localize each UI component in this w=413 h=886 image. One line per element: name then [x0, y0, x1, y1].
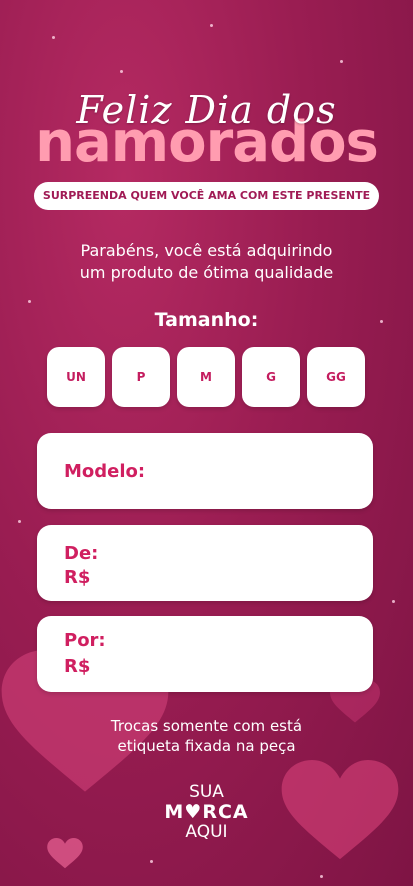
size-option-gg[interactable]: GG: [307, 347, 365, 407]
sparkle: [340, 60, 343, 63]
sparkle: [18, 520, 21, 523]
from-currency: R$: [64, 567, 91, 588]
size-option-m[interactable]: M: [177, 347, 235, 407]
script-title: Feliz Dia dos: [76, 88, 337, 132]
size-label: Tamanho:: [154, 309, 259, 331]
sparkle: [210, 24, 213, 27]
sparkle: [120, 70, 123, 73]
exchange-note: Trocas somente com está etiqueta fixada …: [20, 716, 393, 756]
brand-line: M♥RCA: [164, 801, 249, 823]
model-label: Modelo:: [64, 461, 146, 482]
note-line: etiqueta fixada na peça: [117, 737, 296, 755]
model-field[interactable]: Modelo:: [37, 433, 373, 509]
heart-icon: [47, 838, 83, 869]
intro-line: Parabéns, você está adquirindo: [80, 241, 333, 260]
sparkle: [392, 600, 395, 603]
size-option-p[interactable]: P: [112, 347, 170, 407]
sparkle: [52, 36, 55, 39]
size-options: UN P M G GG: [47, 347, 365, 407]
sparkle: [150, 860, 153, 863]
brand-line: SUA: [189, 782, 224, 802]
sparkle: [28, 300, 31, 303]
brand-logo: SUA M♥RCA AQUI: [0, 782, 413, 842]
tagline-pill: SURPREENDA QUEM VOCÊ AMA COM ESTE PRESEN…: [34, 182, 379, 210]
from-label: De:: [64, 543, 99, 564]
sparkle: [320, 875, 323, 878]
size-option-g[interactable]: G: [242, 347, 300, 407]
brand-line: AQUI: [185, 822, 228, 842]
note-line: Trocas somente com está: [110, 717, 303, 735]
size-option-un[interactable]: UN: [47, 347, 105, 407]
to-currency: R$: [64, 656, 91, 677]
intro-text: Parabéns, você está adquirindo um produt…: [20, 240, 393, 284]
to-price-field[interactable]: Por: R$: [37, 616, 373, 692]
intro-line: um produto de ótima qualidade: [79, 263, 334, 282]
to-label: Por:: [64, 630, 106, 651]
price-tag-card: namorados Feliz Dia dos SURPREENDA QUEM …: [0, 0, 413, 886]
from-price-field[interactable]: De: R$: [37, 525, 373, 601]
